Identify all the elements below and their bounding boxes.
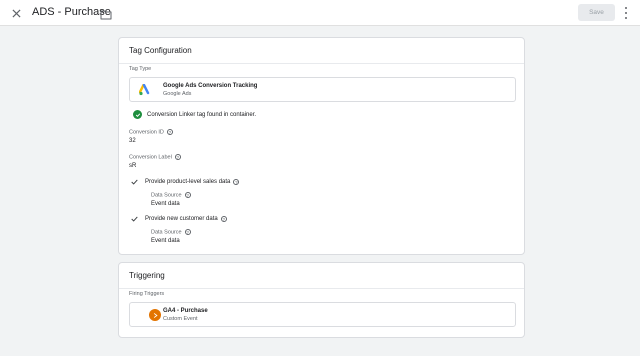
divider (119, 63, 524, 64)
conversion-id-label-row: Conversion ID? (129, 129, 173, 135)
tag-configuration-card[interactable]: Tag Configuration Tag Type Google Ads Co… (118, 37, 525, 255)
more-vert-icon-dot (625, 7, 627, 9)
save-button[interactable]: Save (578, 4, 615, 21)
tag-type-box[interactable]: Google Ads Conversion Tracking Google Ad… (129, 77, 516, 102)
conversion-label-label-row: Conversion Label? (129, 154, 181, 160)
help-icon[interactable]: ? (174, 154, 181, 160)
new-customer-row[interactable]: Provide new customer data? (131, 216, 227, 222)
status-row: Conversion Linker tag found in container… (133, 110, 256, 119)
help-icon[interactable]: ? (184, 192, 191, 198)
more-vert-icon-dot (625, 17, 627, 19)
close-button[interactable] (9, 6, 23, 20)
tag-type-vendor: Google Ads (163, 91, 192, 97)
help-icon[interactable]: ? (166, 129, 173, 135)
more-options-button[interactable] (622, 7, 630, 19)
divider (119, 288, 524, 289)
tag-configuration-heading: Tag Configuration (129, 46, 192, 55)
data-source-label: Data Source (151, 229, 182, 236)
trigger-type: Custom Event (163, 316, 198, 322)
check-circle-icon (133, 110, 142, 119)
new-customer-source-row: Data Source? (151, 229, 191, 235)
tag-type-name: Google Ads Conversion Tracking (163, 83, 258, 89)
firing-triggers-label: Firing Triggers (129, 291, 165, 297)
triggering-heading: Triggering (129, 271, 165, 280)
new-customer-label: Provide new customer data (145, 216, 218, 222)
conversion-label-value: sR (129, 163, 137, 169)
trigger-name: GA4 - Purchase (163, 308, 208, 314)
close-icon (11, 8, 21, 18)
google-ads-icon (139, 84, 150, 96)
help-icon[interactable]: ? (233, 179, 240, 185)
status-message: Conversion Linker tag found in container… (147, 111, 257, 118)
new-customer-source-value: Event data (151, 238, 180, 244)
folder-icon (100, 10, 112, 20)
triggering-card[interactable]: Triggering Firing Triggers GA4 - Purchas… (118, 262, 525, 338)
conversion-label-label: Conversion Label (129, 154, 172, 161)
data-source-label: Data Source (151, 192, 182, 199)
custom-event-trigger-icon (149, 309, 161, 321)
product-sales-source-row: Data Source? (151, 192, 191, 198)
top-bar: ADS - Purchase Save (0, 0, 640, 26)
product-sales-row[interactable]: Provide product-level sales data? (131, 179, 240, 185)
check-icon (131, 216, 138, 222)
help-icon[interactable]: ? (220, 216, 227, 222)
trigger-item[interactable]: GA4 - Purchase Custom Event (129, 302, 516, 327)
help-icon[interactable]: ? (184, 229, 191, 235)
product-sales-source-value: Event data (151, 201, 180, 207)
product-sales-label: Provide product-level sales data (145, 179, 231, 185)
folder-button[interactable] (100, 7, 112, 20)
tag-type-label: Tag Type (129, 66, 152, 72)
conversion-id-label: Conversion ID (129, 129, 164, 136)
check-icon (131, 179, 138, 185)
more-vert-icon-dot (625, 12, 627, 14)
conversion-id-value: 32 (129, 138, 136, 144)
